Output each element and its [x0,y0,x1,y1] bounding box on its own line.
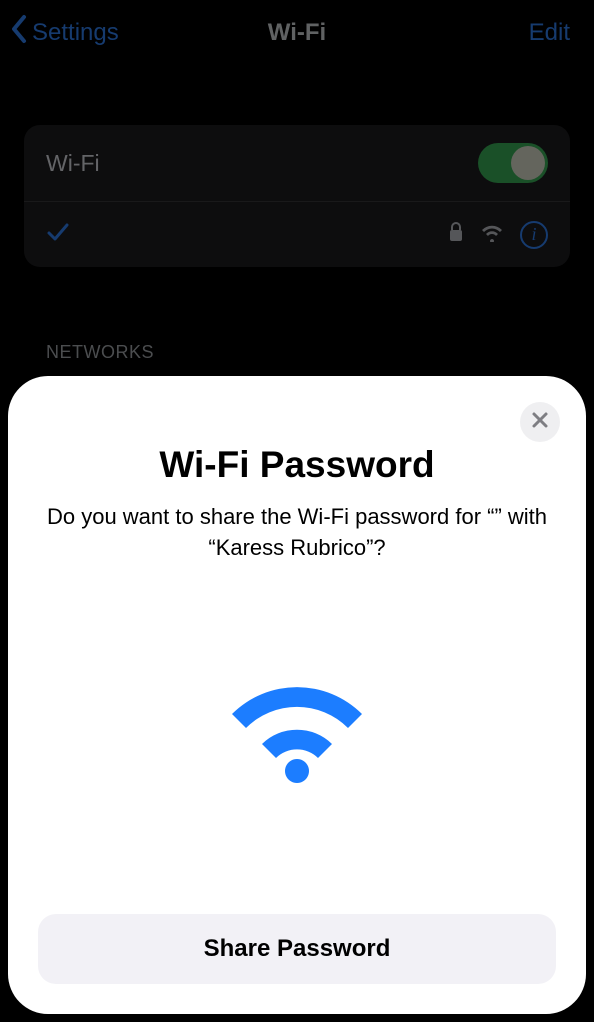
back-button[interactable]: Settings [10,0,119,65]
back-label: Settings [32,19,119,47]
networks-section-header: NETWORKS [24,342,570,363]
wifi-label: Wi-Fi [46,150,478,177]
nav-bar: Settings Wi-Fi Edit [0,0,594,65]
close-button[interactable] [520,402,560,442]
settings-group: Wi-Fi i [24,125,570,267]
settings-body: Wi-Fi i NETWORKS [0,125,594,363]
close-icon [531,411,549,434]
body-suffix: ”? [366,535,386,560]
info-icon[interactable]: i [520,221,548,249]
wifi-toggle[interactable] [478,143,548,183]
body-prefix: Do you want to share the Wi-Fi password … [47,504,495,529]
toggle-thumb [511,146,545,180]
wifi-signal-icon [480,222,504,247]
share-password-sheet: Wi-Fi Password Do you want to share the … [8,376,586,1014]
share-password-button[interactable]: Share Password [38,914,556,984]
sheet-body: Do you want to share the Wi-Fi password … [38,502,556,564]
checkmark-icon [46,220,70,249]
connected-network-row[interactable]: i [24,201,570,267]
wifi-icon [212,671,382,806]
chevron-left-icon [10,14,32,51]
edit-button[interactable]: Edit [529,0,570,65]
wifi-illustration [38,564,556,914]
page-title: Wi-Fi [268,19,326,47]
contact-name: Karess Rubrico [216,535,366,560]
wifi-toggle-row: Wi-Fi [24,125,570,201]
network-status-icons: i [448,221,548,249]
lock-icon [448,222,464,247]
sheet-title: Wi-Fi Password [38,444,556,486]
